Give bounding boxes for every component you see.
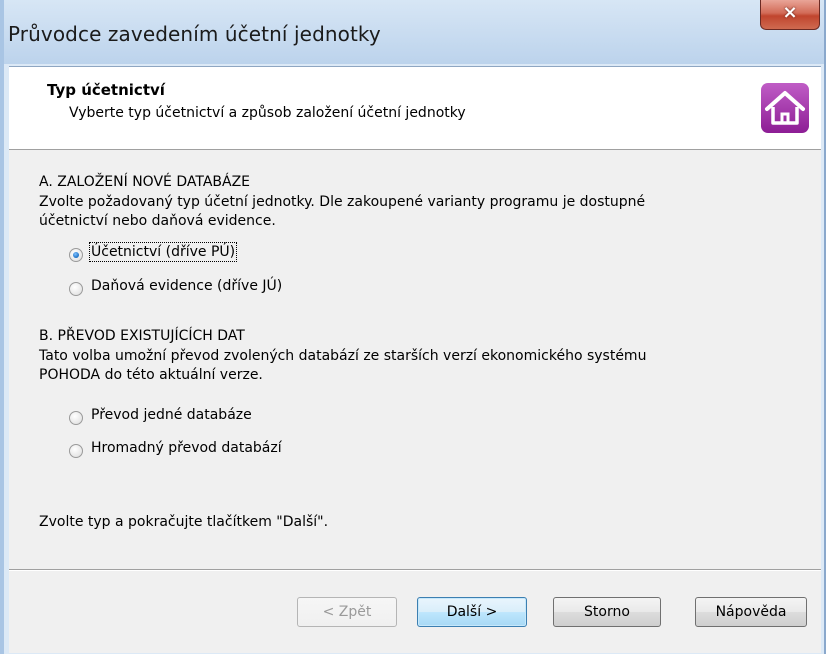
radio-label-danova-evidence[interactable]: Daňová evidence (dříve JÚ) <box>91 278 282 294</box>
footer-hint: Zvolte typ a pokračujte tlačítkem "Další… <box>39 514 329 530</box>
radio-ucetnictvi[interactable]: Účetnictví (dříve PÚ) <box>69 242 309 266</box>
radio-prevod-jedne-databaze[interactable]: Převod jedné databáze <box>69 407 329 429</box>
radio-label-prevod-jedne[interactable]: Převod jedné databáze <box>91 407 252 423</box>
window-title: Průvodce zavedením účetní jednotky <box>8 22 381 46</box>
radio-button[interactable] <box>69 411 83 425</box>
back-button[interactable]: < Zpět <box>297 597 397 627</box>
section-a-heading: A. ZALOŽENÍ NOVÉ DATABÁZE <box>39 174 251 190</box>
section-b-description-line1: Tato volba umožní převod zvolených datab… <box>39 348 647 364</box>
house-icon <box>761 83 809 133</box>
page-title: Typ účetnictví <box>47 81 165 99</box>
radio-label-hromadny-prevod[interactable]: Hromadný převod databází <box>91 440 282 456</box>
radio-button-checked[interactable] <box>69 248 83 262</box>
title-bar[interactable]: Průvodce zavedením účetní jednotky × <box>4 0 824 64</box>
cancel-button[interactable]: Storno <box>553 597 661 627</box>
radio-danova-evidence[interactable]: Daňová evidence (dříve JÚ) <box>69 278 369 300</box>
radio-button[interactable] <box>69 282 83 296</box>
section-b-heading: B. PŘEVOD EXISTUJÍCÍCH DAT <box>39 328 245 344</box>
radio-label-ucetnictvi[interactable]: Účetnictví (dříve PÚ) <box>88 242 238 262</box>
section-a-description-line1: Zvolte požadovaný typ účetní jednotky. D… <box>39 194 646 210</box>
close-button[interactable]: × <box>760 0 820 30</box>
radio-button[interactable] <box>69 444 83 458</box>
wizard-window: Průvodce zavedením účetní jednotky × Typ… <box>0 0 826 654</box>
section-a-description-line2: účetnictví nebo daňová evidence. <box>39 213 276 229</box>
section-b-description-line2: POHODA do této aktuální verze. <box>39 367 263 383</box>
button-divider <box>9 569 821 571</box>
next-button[interactable]: Další > <box>417 597 527 627</box>
page-subtitle: Vyberte typ účetnictví a způsob založení… <box>69 105 466 121</box>
dialog-body: Typ účetnictví Vyberte typ účetnictví a … <box>9 66 821 653</box>
help-button[interactable]: Nápověda <box>695 597 807 627</box>
close-icon: × <box>782 2 798 23</box>
radio-hromadny-prevod[interactable]: Hromadný převod databází <box>69 440 349 462</box>
wizard-header: Typ účetnictví Vyberte typ účetnictví a … <box>9 67 821 150</box>
